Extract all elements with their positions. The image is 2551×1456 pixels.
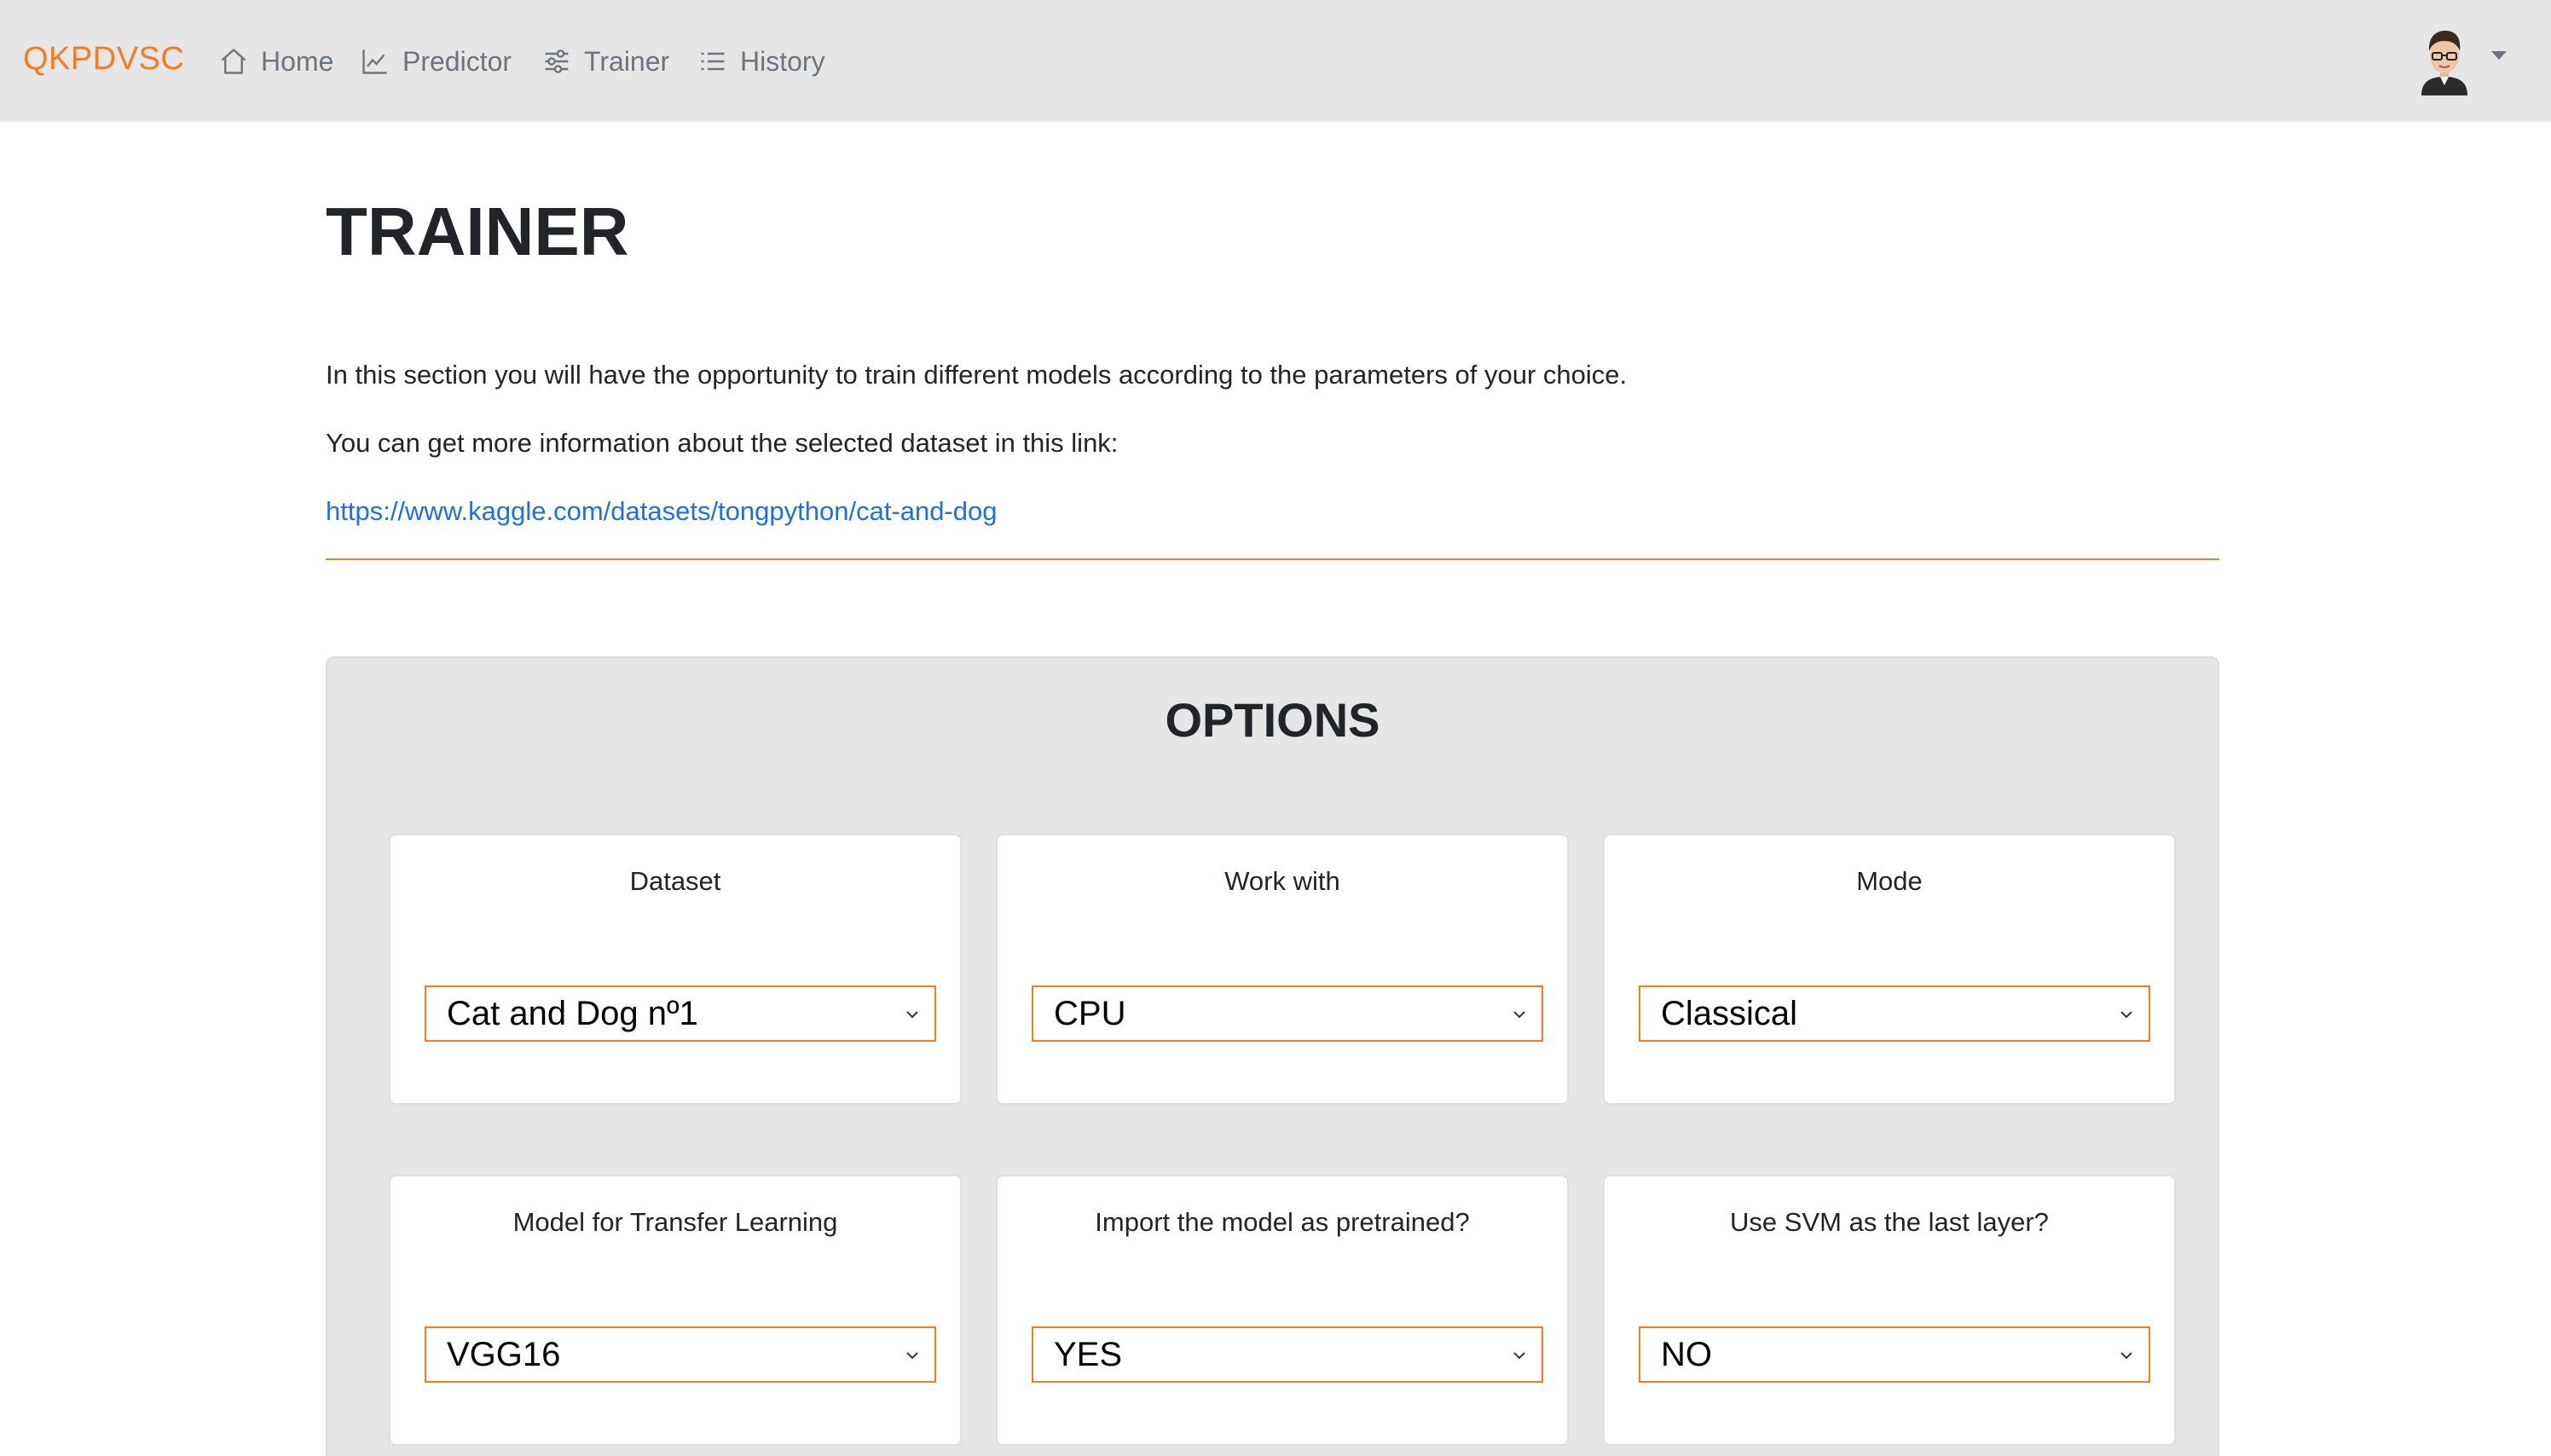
dataset-select-value: Cat and Dog nº1 (447, 994, 698, 1032)
sliders-icon (545, 49, 569, 73)
nav-item-label: History (740, 45, 825, 77)
transfer-model-label: Model for Transfer Learning (512, 1207, 838, 1237)
mode-card: Mode Classical (1603, 834, 2176, 1105)
transfer-model-card: Model for Transfer Learning VGG16 (389, 1175, 962, 1446)
pretrained-card: Import the model as pretrained? YES (996, 1175, 1569, 1446)
mode-select[interactable]: Classical (1639, 985, 2150, 1042)
dataset-label: Dataset (629, 866, 721, 896)
nav-item-label: Home (261, 45, 334, 77)
svm-select[interactable]: NO (1639, 1326, 2150, 1383)
options-title: OPTIONS (1165, 693, 1380, 747)
work-with-card: Work with CPU (996, 834, 1569, 1105)
chevron-down-icon (906, 1011, 918, 1019)
chevron-down-icon (1513, 1352, 1525, 1360)
mode-label: Mode (1856, 866, 1923, 896)
chevron-down-icon (1513, 1011, 1525, 1019)
nav-item-label: Predictor (402, 45, 512, 77)
dataset-card: Dataset Cat and Dog nº1 (389, 834, 962, 1105)
transfer-model-select-value: VGG16 (447, 1335, 561, 1373)
chart-line-icon (362, 49, 387, 74)
dataset-info-paragraph: You can get more information about the s… (326, 428, 1119, 458)
page-title: TRAINER (326, 194, 629, 269)
page: QKPDVSC Home Predictor Trainer History T… (0, 0, 2551, 1456)
svm-select-value: NO (1661, 1335, 1712, 1373)
pretrained-select[interactable]: YES (1032, 1326, 1543, 1383)
pretrained-select-value: YES (1054, 1335, 1123, 1373)
work-with-label: Work with (1224, 866, 1340, 896)
nav-item-home[interactable]: Home (218, 41, 333, 82)
nav-item-history[interactable]: History (697, 41, 825, 82)
divider (326, 558, 2219, 560)
options-panel: OPTIONS Dataset Cat and Dog nº1 Work wit… (326, 656, 2219, 1456)
list-icon (701, 52, 725, 71)
mode-select-value: Classical (1661, 994, 1798, 1032)
brand-link[interactable]: QKPDVSC (23, 41, 184, 78)
home-icon (221, 49, 246, 74)
nav-item-label: Trainer (584, 45, 670, 77)
pretrained-label: Import the model as pretrained? (1095, 1207, 1470, 1237)
nav-item-trainer[interactable]: Trainer (541, 41, 669, 82)
navbar: QKPDVSC Home Predictor Trainer History (0, 0, 2551, 122)
work-with-select-value: CPU (1054, 994, 1126, 1032)
avatar-icon[interactable] (2418, 26, 2471, 95)
intro-paragraph: In this section you will have the opport… (326, 360, 1628, 390)
svm-label: Use SVM as the last layer? (1730, 1207, 2049, 1237)
dataset-link[interactable]: https://www.kaggle.com/datasets/tongpyth… (326, 496, 998, 527)
chevron-down-icon (2120, 1011, 2132, 1019)
dataset-select[interactable]: Cat and Dog nº1 (425, 985, 936, 1042)
chevron-down-icon (906, 1352, 918, 1360)
avatar-dropdown-caret-icon[interactable] (2491, 51, 2507, 60)
nav-item-predictor[interactable]: Predictor (360, 41, 512, 82)
transfer-model-select[interactable]: VGG16 (425, 1326, 936, 1383)
svm-card: Use SVM as the last layer? NO (1603, 1175, 2176, 1446)
chevron-down-icon (2120, 1352, 2132, 1360)
work-with-select[interactable]: CPU (1032, 985, 1543, 1042)
